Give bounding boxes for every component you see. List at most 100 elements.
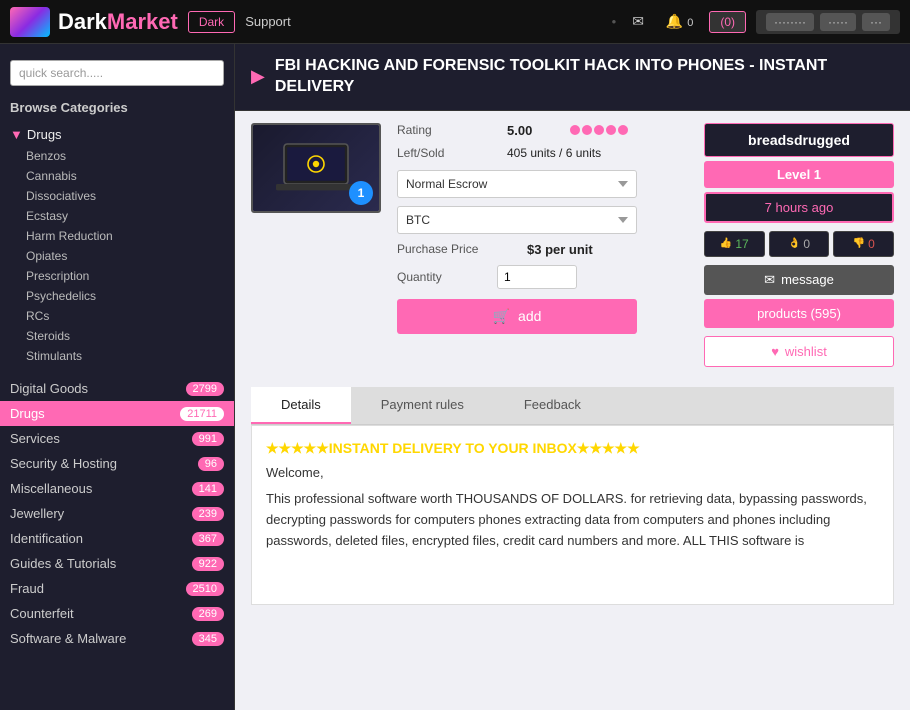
rating-value: 5.00 [507,123,532,138]
sidebar-item-label: Miscellaneous [10,481,92,496]
products-button[interactable]: products (595) [704,299,894,328]
play-icon: ▶ [251,66,265,87]
add-to-cart-button[interactable]: 🛒 add [397,299,637,334]
sold-units: 6 units [566,146,601,160]
sidebar-item-services[interactable]: Services 991 [0,426,234,451]
search-input[interactable] [10,60,224,86]
sidebar-item-guides[interactable]: Guides & Tutorials 922 [0,551,234,576]
stat-neutral: 👌 0 [769,231,830,257]
cat-opiates[interactable]: Opiates [0,246,234,266]
sidebar-item-label: Identification [10,531,83,546]
cat-dissociatives[interactable]: Dissociatives [0,186,234,206]
rating-label: Rating [397,123,477,137]
drugs-category[interactable]: ▼ Drugs [0,123,234,146]
sidebar-item-misc[interactable]: Miscellaneous 141 [0,476,234,501]
settings-btn[interactable]: ····· [820,13,856,31]
seller-panel: breadsdrugged Level 1 7 hours ago 👍 17 👌… [704,123,894,367]
sidebar-item-drugs[interactable]: Drugs 21711 [0,401,234,426]
sidebar-item-fraud[interactable]: Fraud 2510 [0,576,234,601]
username-label: ········ [766,13,814,31]
seller-stats: 👍 17 👌 0 👎 0 [704,231,894,257]
sidebar-item-label: Jewellery [10,506,64,521]
cat-prescription[interactable]: Prescription [0,266,234,286]
wishlist-label: wishlist [785,344,827,359]
product-image: 1 [251,123,381,213]
currency-select[interactable]: BTC [397,206,637,234]
sidebar: Browse Categories ▼ Drugs Benzos Cannabi… [0,44,235,710]
stat-pos-value: 17 [735,237,748,251]
thumb-neutral-icon: 👌 [788,238,800,249]
logo-dark: Dark [58,9,107,34]
dot-separator: • [612,14,617,29]
logout-btn[interactable]: ··· [862,13,890,31]
cart-button[interactable]: (0) [709,11,746,33]
sidebar-badge-jewellery: 239 [192,507,224,521]
leftsold-row: Left/Sold 405 units / 6 units [397,146,688,160]
sidebar-item-counterfeit[interactable]: Counterfeit 269 [0,601,234,626]
heart-icon: ♥ [771,344,779,359]
escrow-select[interactable]: Normal Escrow [397,170,637,198]
leftsold-label: Left/Sold [397,146,477,160]
sidebar-item-label: Software & Malware [10,631,126,646]
notifications-icon[interactable]: 🔔 0 [666,13,693,30]
browse-title: Browse Categories [0,96,234,123]
tab-payment-rules[interactable]: Payment rules [351,387,494,424]
message-button[interactable]: ✉ message [704,265,894,295]
tab-feedback[interactable]: Feedback [494,387,611,424]
arrow-icon: ▼ [10,127,23,142]
cat-steroids[interactable]: Steroids [0,326,234,346]
seller-time: 7 hours ago [704,192,894,223]
cat-rcs[interactable]: RCs [0,306,234,326]
escrow-row: Normal Escrow [397,170,688,198]
sidebar-item-digital-goods[interactable]: Digital Goods 2799 [0,376,234,401]
quantity-input[interactable] [497,265,577,289]
cat-benzos[interactable]: Benzos [0,146,234,166]
cat-psychedelics[interactable]: Psychedelics [0,286,234,306]
sidebar-item-jewellery[interactable]: Jewellery 239 [0,501,234,526]
thumb-down-icon: 👎 [853,238,865,249]
sidebar-item-label: Drugs [10,406,45,421]
seller-name[interactable]: breadsdrugged [704,123,894,157]
wishlist-button[interactable]: ♥ wishlist [704,336,894,367]
leftsold-value: 405 units / 6 units [507,146,601,160]
sidebar-badge-software: 345 [192,632,224,646]
sidebar-item-software[interactable]: Software & Malware 345 [0,626,234,651]
cat-stimulants[interactable]: Stimulants [0,346,234,366]
sidebar-item-label: Guides & Tutorials [10,556,116,571]
support-link[interactable]: Support [245,14,291,29]
dot-3 [594,125,604,135]
logo-market: Market [107,9,178,34]
sidebar-item-label: Services [10,431,60,446]
left-units: 405 units [507,146,556,160]
sidebar-item-label: Digital Goods [10,381,88,396]
sidebar-item-security[interactable]: Security & Hosting 96 [0,451,234,476]
product-header: ▶ FBI HACKING AND FORENSIC TOOLKIT HACK … [235,44,910,111]
stat-neg-value: 0 [868,237,875,251]
stat-negative: 👎 0 [833,231,894,257]
sidebar-item-label: Counterfeit [10,606,74,621]
sidebar-item-identification[interactable]: Identification 367 [0,526,234,551]
seller-level: Level 1 [704,161,894,188]
user-menu[interactable]: ········ ····· ··· [756,10,900,34]
sidebar-badge-drugs: 21711 [180,407,224,421]
logo: DarkMarket [10,7,178,37]
welcome-text: Welcome, [266,463,879,484]
currency-row: BTC [397,206,688,234]
messages-icon[interactable]: ✉ [632,13,644,30]
cat-cannabis[interactable]: Cannabis [0,166,234,186]
cat-harm-reduction[interactable]: Harm Reduction [0,226,234,246]
cat-ecstasy[interactable]: Ecstasy [0,206,234,226]
layout: Browse Categories ▼ Drugs Benzos Cannabi… [0,44,910,710]
sidebar-item-label: Fraud [10,581,44,596]
price-row: Purchase Price $3 per unit [397,242,688,257]
sidebar-badge-fraud: 2510 [186,582,224,596]
product-details: Rating 5.00 Left/Sold 405 units / 6 unit… [397,123,688,367]
tabs-row: Details Payment rules Feedback [251,387,894,425]
main-content: ▶ FBI HACKING AND FORENSIC TOOLKIT HACK … [235,44,910,710]
dark-mode-button[interactable]: Dark [188,11,235,33]
logo-text: DarkMarket [58,9,178,35]
logo-image [10,7,50,37]
description-body: This professional software worth THOUSAN… [266,489,879,551]
message-label: message [781,272,834,287]
tab-details[interactable]: Details [251,387,351,424]
